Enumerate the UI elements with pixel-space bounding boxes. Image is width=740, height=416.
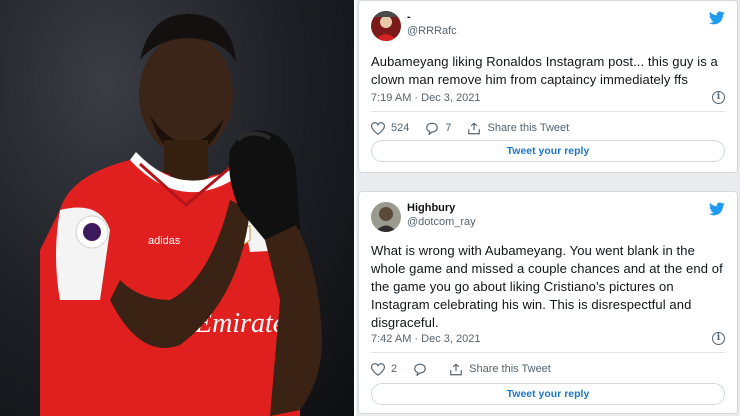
reply-count: 7 — [445, 122, 452, 134]
tweet-reply-button[interactable]: Tweet your reply — [371, 383, 725, 405]
reply-icon — [414, 363, 426, 376]
tweet-text: What is wrong with Aubameyang. You went … — [371, 243, 723, 330]
user-handle[interactable]: @dotcom_ray — [407, 216, 476, 228]
share-label: Share this Tweet — [487, 122, 570, 134]
reply-icon — [426, 122, 439, 135]
tweet-actions: 2 Share this Tweet — [371, 360, 725, 378]
heart-icon — [371, 121, 385, 135]
tweet-timestamp[interactable]: 7:19 AM · Dec 3, 2021 — [371, 92, 480, 104]
avatar-image — [371, 202, 401, 232]
like-button[interactable]: 524 — [371, 121, 410, 135]
like-button[interactable]: 2 — [371, 362, 398, 376]
player-illustration: adidas Emirates — [40, 13, 322, 416]
info-icon[interactable]: i — [712, 91, 725, 104]
tweet-card[interactable]: - @RRRafc Aubameyang liking Ronaldos Ins… — [358, 0, 738, 173]
reply-action[interactable] — [413, 363, 433, 376]
display-name[interactable]: Highbury — [407, 202, 455, 214]
share-button[interactable]: Share this Tweet — [467, 121, 570, 135]
avatar[interactable] — [371, 11, 401, 41]
tweet-text: Aubameyang liking Ronaldos Instagram pos… — [371, 54, 718, 87]
share-button[interactable]: Share this Tweet — [449, 362, 551, 376]
reply-action[interactable]: 7 — [425, 122, 451, 135]
info-icon[interactable]: i — [712, 332, 725, 345]
divider — [371, 111, 725, 112]
player-photo: adidas Emirates — [0, 0, 354, 416]
tweet-reply-button[interactable]: Tweet your reply — [371, 140, 725, 162]
share-icon — [468, 121, 481, 134]
share-icon — [450, 362, 462, 375]
share-label: Share this Tweet — [469, 363, 551, 375]
like-count: 2 — [391, 363, 398, 375]
twitter-bird-icon[interactable] — [709, 202, 725, 216]
twitter-bird-icon[interactable] — [709, 11, 725, 25]
tweet-card[interactable]: Highbury @dotcom_ray What is wrong with … — [358, 191, 738, 414]
kit-logo-text: adidas — [148, 235, 181, 247]
tweet-actions: 524 7 Share this Tweet — [371, 119, 725, 137]
avatar[interactable] — [371, 202, 401, 232]
tweet-timestamp[interactable]: 7:42 AM · Dec 3, 2021 — [371, 333, 480, 345]
display-name[interactable]: - — [407, 11, 411, 23]
user-handle[interactable]: @RRRafc — [407, 25, 457, 37]
like-count: 524 — [391, 122, 410, 134]
tweets-column: - @RRRafc Aubameyang liking Ronaldos Ins… — [356, 0, 740, 416]
divider — [371, 352, 725, 353]
heart-icon — [371, 362, 385, 376]
avatar-image — [371, 11, 401, 41]
